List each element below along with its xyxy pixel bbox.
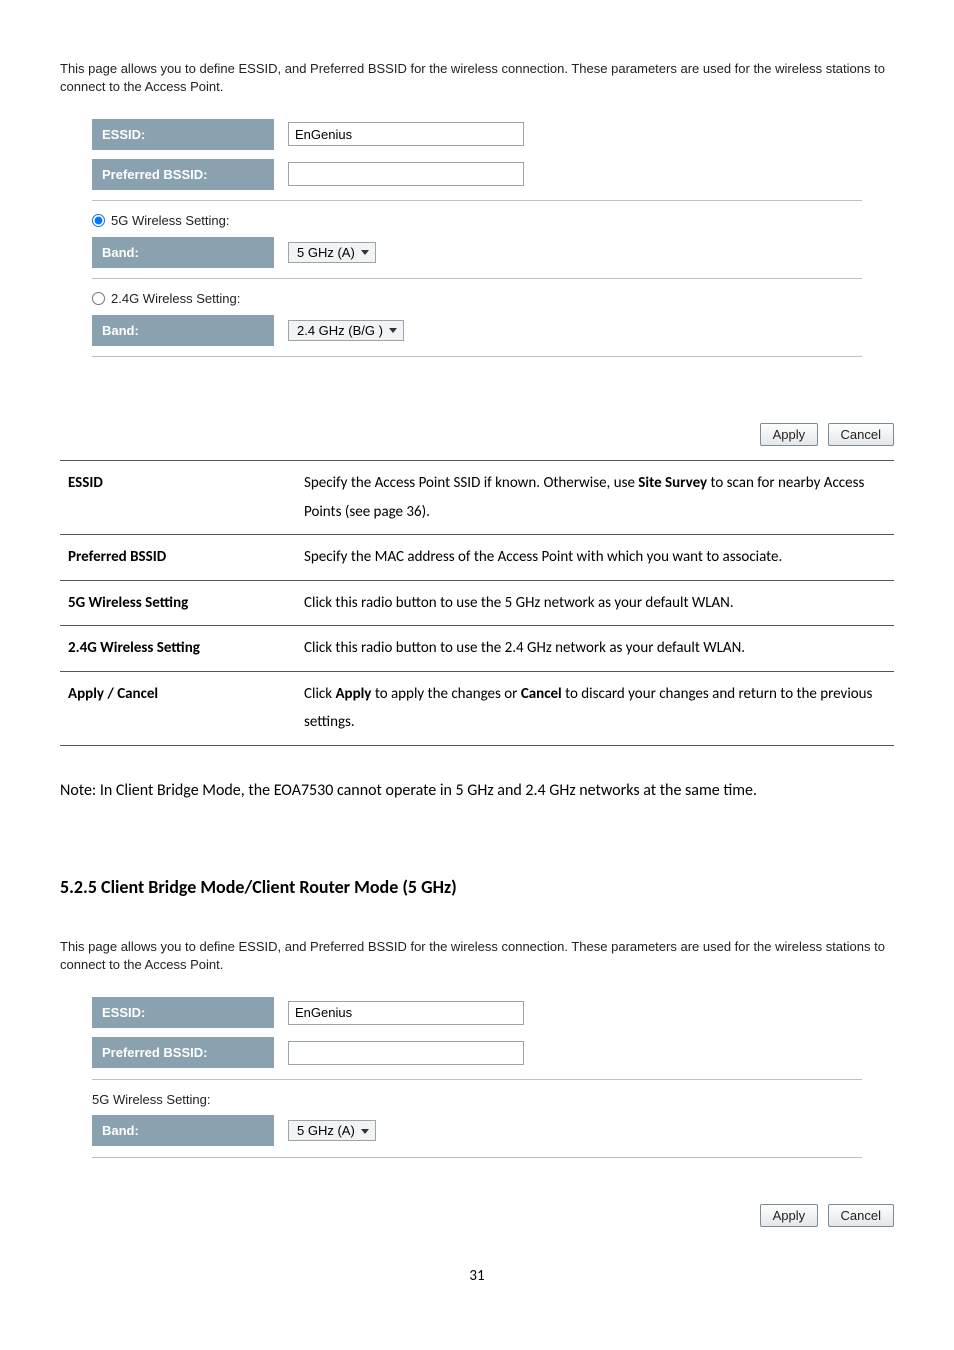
def-term: ESSID bbox=[60, 461, 296, 535]
radio-24g[interactable] bbox=[92, 292, 105, 305]
def-term: 2.4G Wireless Setting bbox=[60, 626, 296, 672]
band-label-2: Band: bbox=[92, 1115, 274, 1146]
divider bbox=[92, 356, 862, 357]
essid-label: ESSID: bbox=[92, 119, 274, 150]
button-row-2: Apply Cancel bbox=[60, 1174, 894, 1237]
table-row: Preferred BSSID Specify the MAC address … bbox=[60, 535, 894, 581]
radio-5g[interactable] bbox=[92, 214, 105, 227]
definitions-table: ESSID Specify the Access Point SSID if k… bbox=[60, 460, 894, 746]
divider bbox=[92, 200, 862, 201]
def-term: Preferred BSSID bbox=[60, 535, 296, 581]
essid-label-2: ESSID: bbox=[92, 997, 274, 1028]
preferred-bssid-label-2: Preferred BSSID: bbox=[92, 1037, 274, 1068]
apply-button[interactable]: Apply bbox=[760, 423, 819, 446]
table-row: Apply / Cancel Click Apply to apply the … bbox=[60, 671, 894, 745]
divider bbox=[92, 1079, 862, 1080]
page-number: 31 bbox=[60, 1267, 894, 1285]
preferred-bssid-input-2[interactable] bbox=[288, 1041, 524, 1065]
table-row: 2.4G Wireless Setting Click this radio b… bbox=[60, 626, 894, 672]
button-row-1: Apply Cancel bbox=[60, 373, 894, 456]
def-desc: Specify the Access Point SSID if known. … bbox=[296, 461, 894, 535]
table-row: 5G Wireless Setting Click this radio but… bbox=[60, 580, 894, 626]
intro-text-1: This page allows you to define ESSID, an… bbox=[60, 60, 894, 96]
preferred-bssid-input[interactable] bbox=[288, 162, 524, 186]
essid-input-2[interactable] bbox=[288, 1001, 524, 1025]
form-block-2: ESSID: Preferred BSSID: 5G Wireless Sett… bbox=[60, 993, 894, 1174]
setting-5g-label: 5G Wireless Setting: bbox=[92, 1092, 211, 1107]
radio-24g-label: 2.4G Wireless Setting: bbox=[111, 291, 240, 306]
table-row: ESSID Specify the Access Point SSID if k… bbox=[60, 461, 894, 535]
def-desc: Click this radio button to use the 2.4 G… bbox=[296, 626, 894, 672]
def-desc: Click this radio button to use the 5 GHz… bbox=[296, 580, 894, 626]
section-heading: 5.2.5 Client Bridge Mode/Client Router M… bbox=[60, 876, 894, 898]
band-5g-label: Band: bbox=[92, 237, 274, 268]
divider bbox=[92, 1157, 862, 1158]
band-24g-select[interactable]: 2.4 GHz (B/G ) bbox=[288, 320, 404, 341]
band-24g-label: Band: bbox=[92, 315, 274, 346]
band-select-2[interactable]: 5 GHz (A) bbox=[288, 1120, 376, 1141]
def-desc: Specify the MAC address of the Access Po… bbox=[296, 535, 894, 581]
def-desc: Click Apply to apply the changes or Canc… bbox=[296, 671, 894, 745]
cancel-button-2[interactable]: Cancel bbox=[828, 1204, 894, 1227]
preferred-bssid-label: Preferred BSSID: bbox=[92, 159, 274, 190]
def-term: 5G Wireless Setting bbox=[60, 580, 296, 626]
cancel-button[interactable]: Cancel bbox=[828, 423, 894, 446]
intro-text-2: This page allows you to define ESSID, an… bbox=[60, 938, 894, 974]
essid-input[interactable] bbox=[288, 122, 524, 146]
radio-5g-label: 5G Wireless Setting: bbox=[111, 213, 230, 228]
note-text: Note: In Client Bridge Mode, the EOA7530… bbox=[60, 776, 894, 806]
band-5g-select[interactable]: 5 GHz (A) bbox=[288, 242, 376, 263]
def-term: Apply / Cancel bbox=[60, 671, 296, 745]
divider bbox=[92, 278, 862, 279]
apply-button-2[interactable]: Apply bbox=[760, 1204, 819, 1227]
form-block-1: ESSID: Preferred BSSID: 5G Wireless Sett… bbox=[60, 114, 894, 373]
